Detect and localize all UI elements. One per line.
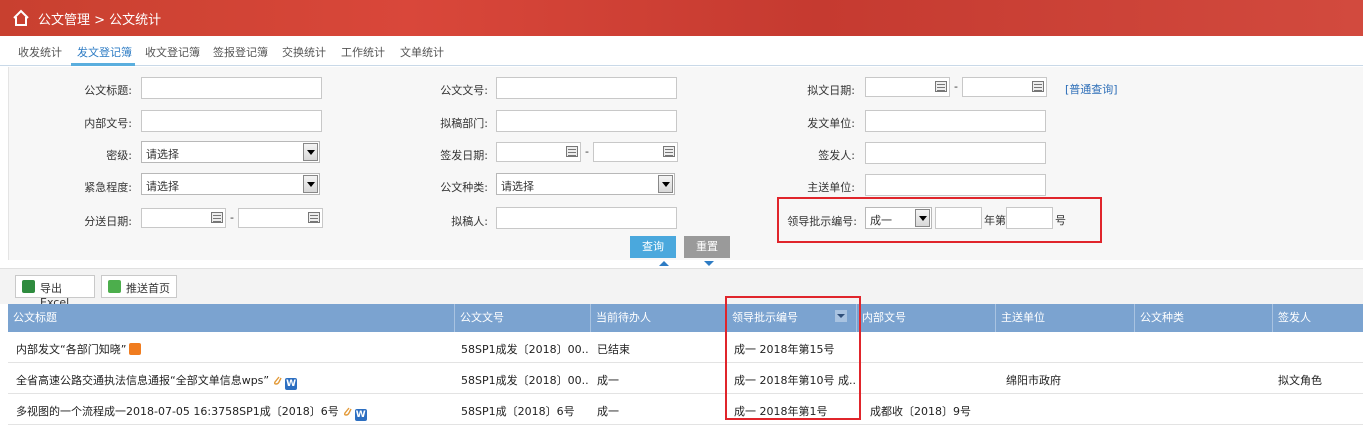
draft-date-label: 拟文日期:	[807, 84, 855, 97]
dispatch-date-label: 分送日期:	[84, 215, 132, 228]
table-row[interactable]: 多视图的一个流程成一2018-07-05 16:3758SP1成〔2018〕6号…	[8, 394, 1363, 425]
tab-sign-register[interactable]: 签报登记簿	[213, 44, 268, 60]
draft-date-start[interactable]	[865, 77, 950, 97]
calendar-icon[interactable]	[935, 81, 947, 92]
col-internal-no[interactable]: 内部文号	[857, 304, 996, 332]
col-doc-no[interactable]: 公文文号	[455, 304, 591, 332]
col-main-unit[interactable]: 主送单位	[996, 304, 1135, 332]
title-input[interactable]	[141, 77, 322, 99]
cell-title[interactable]: 内部发文“各部门知晓”	[16, 341, 142, 357]
security-select[interactable]: 请选择	[141, 141, 320, 163]
cell-todo: 成一	[597, 405, 619, 418]
export-excel-button[interactable]: 导出Excel	[15, 275, 95, 309]
doc-type-select[interactable]: 请选择	[496, 173, 675, 195]
doc-type-label: 公文种类:	[440, 181, 488, 194]
chevron-down-icon[interactable]	[303, 143, 318, 161]
main-unit-label: 主送单位:	[807, 181, 855, 194]
attachment-icon	[343, 407, 352, 416]
expand-down-icon[interactable]	[697, 260, 721, 268]
date-range-dash: -	[585, 145, 589, 158]
calendar-icon[interactable]	[566, 146, 578, 157]
date-range-dash: -	[230, 211, 234, 224]
security-label: 密级:	[106, 149, 132, 162]
tab-send-receive-stats[interactable]: 收发统计	[18, 44, 62, 60]
cell-doc-no: 58SP1成发〔2018〕00...	[461, 343, 589, 356]
signer-input[interactable]	[865, 142, 1046, 164]
col-signer[interactable]: 签发人	[1273, 304, 1363, 332]
tab-exchange-stats[interactable]: 交换统计	[282, 44, 326, 60]
cell-todo: 已结束	[597, 343, 630, 356]
header-bar: 公文管理 > 公文统计	[0, 0, 1363, 36]
highlight-box-leader-no-column	[725, 296, 861, 420]
doc-no-input[interactable]	[496, 77, 677, 99]
date-range-dash: -	[954, 80, 958, 93]
normal-query-link[interactable]: [普通查询]	[1065, 81, 1118, 97]
main-unit-input[interactable]	[865, 174, 1046, 196]
cell-title[interactable]: 全省高速公路交通执法信息通报“全部文单信息wps” W	[16, 372, 298, 390]
tab-outgoing-register[interactable]: 发文登记簿	[77, 44, 132, 60]
table-row[interactable]: 全省高速公路交通执法信息通报“全部文单信息wps” W 58SP1成发〔2018〕…	[8, 363, 1363, 394]
cell-main-unit: 绵阳市政府	[1006, 374, 1061, 387]
sign-date-end[interactable]	[593, 142, 678, 162]
col-todo[interactable]: 当前待办人	[591, 304, 727, 332]
word-icon: W	[354, 409, 367, 421]
dispatch-date-end[interactable]	[238, 208, 323, 228]
tab-work-stats[interactable]: 工作统计	[341, 44, 385, 60]
query-button[interactable]: 查询	[630, 236, 676, 258]
chevron-down-icon[interactable]	[658, 175, 673, 193]
draft-dept-label: 拟稿部门:	[440, 117, 488, 130]
drafter-input[interactable]	[496, 207, 677, 229]
dispatch-date-start[interactable]	[141, 208, 226, 228]
pdf-icon	[129, 343, 142, 355]
cell-doc-no: 58SP1成发〔2018〕00...	[461, 374, 589, 387]
grid-toolbar: 导出Excel 推送首页	[0, 268, 1363, 309]
sign-date-label: 签发日期:	[440, 149, 488, 162]
table-row[interactable]: 内部发文“各部门知晓” 58SP1成发〔2018〕00... 已结束 成一 20…	[8, 332, 1363, 363]
issuing-unit-input[interactable]	[865, 110, 1046, 132]
push-home-button[interactable]: 推送首页	[101, 275, 177, 298]
issuing-unit-label: 发文单位:	[807, 117, 855, 130]
urgency-select[interactable]: 请选择	[141, 173, 320, 195]
highlight-box-leader-no-filter	[777, 197, 1102, 243]
cell-internal-no: 成都收〔2018〕9号	[870, 405, 971, 418]
calendar-icon[interactable]	[1032, 81, 1044, 92]
drafter-label: 拟稿人:	[451, 215, 488, 228]
tab-form-stats[interactable]: 文单统计	[400, 44, 444, 60]
breadcrumb: 公文管理 > 公文统计	[38, 13, 162, 28]
security-select-value: 请选择	[146, 148, 179, 161]
reset-button[interactable]: 重置	[684, 236, 730, 258]
excel-icon	[22, 280, 35, 293]
tab-incoming-register[interactable]: 收文登记簿	[145, 44, 200, 60]
attachment-icon	[274, 376, 282, 385]
signer-label: 签发人:	[818, 149, 855, 162]
col-doc-type[interactable]: 公文种类	[1135, 304, 1273, 332]
doc-type-select-value: 请选择	[501, 180, 534, 193]
tab-bar: 收发统计 发文登记簿 收文登记簿 签报登记簿 交换统计 工作统计 文单统计	[0, 36, 1363, 66]
grid-header: 公文标题 公文文号 当前待办人 领导批示编号 内部文号 主送单位 公文种类 签发…	[8, 304, 1363, 332]
word-icon: W	[285, 378, 298, 390]
draft-dept-input[interactable]	[496, 110, 677, 132]
internal-no-label: 内部文号:	[84, 117, 132, 130]
cell-todo: 成一	[597, 374, 619, 387]
urgency-label: 紧急程度:	[84, 181, 132, 194]
collapse-up-icon[interactable]	[652, 260, 676, 268]
draft-date-end[interactable]	[962, 77, 1047, 97]
sign-date-start[interactable]	[496, 142, 581, 162]
home-icon[interactable]	[12, 9, 30, 27]
doc-no-label: 公文文号:	[440, 84, 488, 97]
calendar-icon[interactable]	[663, 146, 675, 157]
cell-title[interactable]: 多视图的一个流程成一2018-07-05 16:3758SP1成〔2018〕6号…	[16, 403, 367, 421]
calendar-icon[interactable]	[308, 212, 320, 223]
col-title[interactable]: 公文标题	[8, 304, 455, 332]
chevron-down-icon[interactable]	[303, 175, 318, 193]
push-home-label: 推送首页	[126, 282, 170, 295]
active-tab-indicator	[71, 63, 135, 66]
cell-signer: 拟文角色	[1278, 374, 1322, 387]
calendar-icon[interactable]	[211, 212, 223, 223]
image-icon	[108, 280, 121, 293]
cell-doc-no: 58SP1成〔2018〕6号	[461, 405, 575, 418]
urgency-select-value: 请选择	[146, 180, 179, 193]
internal-no-input[interactable]	[141, 110, 322, 132]
title-label: 公文标题:	[84, 84, 132, 97]
